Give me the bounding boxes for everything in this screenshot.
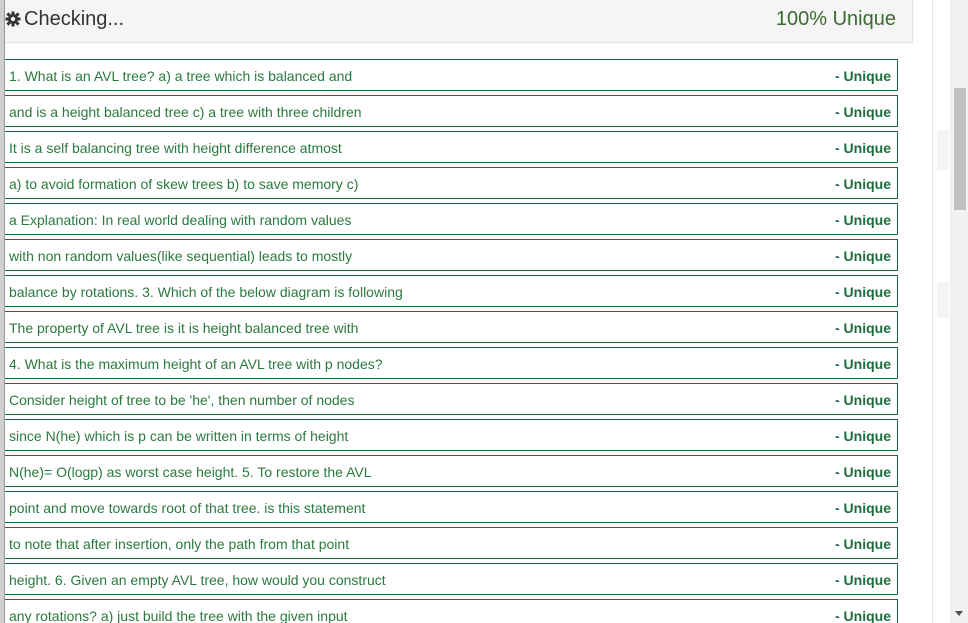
result-status-label: - Unique — [835, 500, 891, 516]
result-row[interactable]: since N(he) which is p can be written in… — [0, 419, 898, 451]
plagiarism-checker-window: Checking... 100% Unique 1. What is an AV… — [0, 0, 968, 623]
gear-icon — [5, 11, 21, 27]
result-row[interactable]: with non random values(like sequential) … — [0, 239, 898, 271]
result-status-label: - Unique — [835, 356, 891, 372]
result-sentence: a Explanation: In real world dealing wit… — [9, 212, 352, 228]
result-sentence: point and move towards root of that tree… — [9, 500, 366, 516]
results-panel: Checking... 100% Unique 1. What is an AV… — [0, 0, 913, 623]
result-status-label: - Unique — [835, 176, 891, 192]
result-sentence: any rotations? a) just build the tree wi… — [9, 608, 348, 623]
result-sentence: 1. What is an AVL tree? a) a tree which … — [9, 68, 353, 84]
result-status-label: - Unique — [835, 284, 891, 300]
result-status-label: - Unique — [835, 392, 891, 408]
result-status-label: - Unique — [835, 104, 891, 120]
result-row[interactable]: 4. What is the maximum height of an AVL … — [0, 347, 898, 379]
result-status-label: - Unique — [835, 320, 891, 336]
result-status-label: - Unique — [835, 608, 891, 623]
result-sentence: Consider height of tree to be 'he', then… — [9, 392, 355, 408]
result-sentence: height. 6. Given an empty AVL tree, how … — [9, 572, 386, 588]
result-status-label: - Unique — [835, 536, 891, 552]
side-tab — [937, 282, 949, 318]
result-status-label: - Unique — [835, 68, 891, 84]
result-status-label: - Unique — [835, 464, 891, 480]
result-row[interactable]: a) to avoid formation of skew trees b) t… — [0, 167, 898, 199]
result-status-label: - Unique — [835, 212, 891, 228]
result-sentence: to note that after insertion, only the p… — [9, 536, 350, 552]
result-sentence: The property of AVL tree is it is height… — [9, 320, 359, 336]
result-status-label: - Unique — [835, 140, 891, 156]
result-sentence: since N(he) which is p can be written in… — [9, 428, 349, 444]
result-sentence: 4. What is the maximum height of an AVL … — [9, 356, 383, 372]
result-sentence: N(he)= O(logp) as worst case height. 5. … — [9, 464, 372, 480]
result-status-label: - Unique — [835, 428, 891, 444]
result-row[interactable]: It is a self balancing tree with height … — [0, 131, 898, 163]
result-row[interactable]: balance by rotations. 3. Which of the be… — [0, 275, 898, 307]
result-row[interactable]: to note that after insertion, only the p… — [0, 527, 898, 559]
result-sentence: with non random values(like sequential) … — [9, 248, 353, 264]
result-row[interactable]: The property of AVL tree is it is height… — [0, 311, 898, 343]
result-row[interactable]: N(he)= O(logp) as worst case height. 5. … — [0, 455, 898, 487]
result-row[interactable]: a Explanation: In real world dealing wit… — [0, 203, 898, 235]
scrollbar-thumb[interactable] — [954, 88, 966, 210]
result-sentence: It is a self balancing tree with height … — [9, 140, 342, 156]
result-sentence: a) to avoid formation of skew trees b) t… — [9, 176, 359, 192]
results-header: Checking... 100% Unique — [0, 0, 913, 43]
side-tab — [937, 130, 949, 170]
scroll-down-arrow-icon[interactable] — [955, 611, 963, 616]
result-sentence: and is a height balanced tree c) a tree … — [9, 104, 362, 120]
result-row[interactable]: height. 6. Given an empty AVL tree, how … — [0, 563, 898, 595]
result-row[interactable]: any rotations? a) just build the tree wi… — [0, 599, 898, 623]
right-divider — [932, 0, 933, 623]
result-row[interactable]: and is a height balanced tree c) a tree … — [0, 95, 898, 127]
result-row[interactable]: point and move towards root of that tree… — [0, 491, 898, 523]
result-sentence: balance by rotations. 3. Which of the be… — [9, 284, 403, 300]
uniqueness-score: 100% Unique — [775, 8, 896, 30]
result-status-label: - Unique — [835, 248, 891, 264]
result-status-label: - Unique — [835, 572, 891, 588]
left-frame-line — [4, 0, 5, 623]
result-row[interactable]: 1. What is an AVL tree? a) a tree which … — [0, 59, 898, 91]
result-row[interactable]: Consider height of tree to be 'he', then… — [0, 383, 898, 415]
status-title: Checking... — [24, 8, 125, 30]
